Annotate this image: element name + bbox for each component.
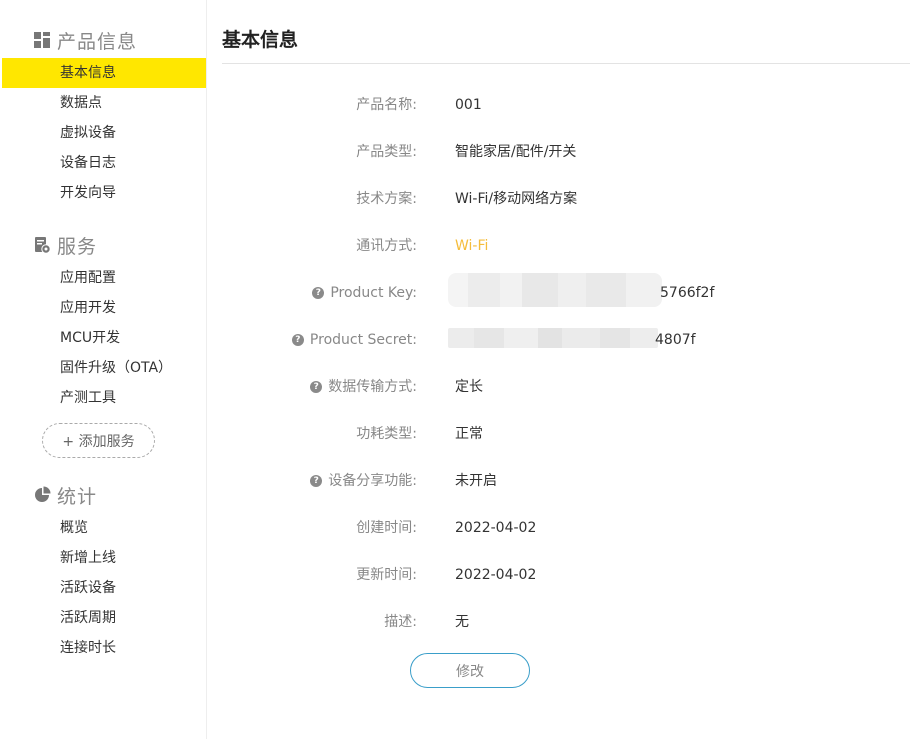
- sidebar-item-overview[interactable]: 概览: [2, 513, 206, 543]
- field-communication: 通讯方式: Wi-Fi: [222, 234, 910, 258]
- field-updated-time: 更新时间: 2022-04-02: [222, 563, 910, 587]
- sidebar-item-device-log[interactable]: 设备日志: [2, 148, 206, 178]
- sidebar-item-datapoints[interactable]: 数据点: [2, 88, 206, 118]
- help-icon[interactable]: ?: [291, 334, 304, 346]
- field-label-text: 数据传输方式:: [328, 379, 417, 395]
- field-value: 定长: [455, 379, 483, 395]
- field-label: ? Product Key:: [312, 281, 417, 305]
- field-label: 功耗类型:: [356, 426, 417, 442]
- redacted-mask: [448, 273, 662, 307]
- field-value: 无: [455, 614, 469, 630]
- field-value: 4807f: [655, 332, 696, 348]
- section-title-product-info: 产品信息: [57, 30, 138, 53]
- sidebar-item-virtual-device[interactable]: 虚拟设备: [2, 118, 206, 148]
- help-icon[interactable]: ?: [310, 381, 323, 393]
- sidebar-item-new-online[interactable]: 新增上线: [2, 543, 206, 573]
- help-icon[interactable]: ?: [312, 287, 325, 299]
- field-label: 技术方案:: [356, 191, 417, 207]
- redacted-mask: [448, 328, 658, 348]
- field-value: 001: [455, 97, 482, 113]
- sidebar-item-active-period[interactable]: 活跃周期: [2, 603, 206, 633]
- section-title-services: 服务: [57, 235, 98, 258]
- field-label: ? Product Secret:: [291, 328, 417, 352]
- field-description: 描述: 无: [222, 610, 910, 634]
- field-value: 智能家居/配件/开关: [455, 144, 577, 160]
- field-power-type: 功耗类型: 正常: [222, 422, 910, 446]
- field-label: ? 设备分享功能:: [310, 469, 417, 493]
- sidebar-item-connection-duration[interactable]: 连接时长: [2, 633, 206, 663]
- sidebar-item-mcu-dev[interactable]: MCU开发: [2, 323, 206, 353]
- field-label-text: Product Key:: [330, 285, 417, 301]
- title-divider: [222, 63, 910, 64]
- field-label: 更新时间:: [356, 567, 417, 583]
- field-label-text: 设备分享功能:: [328, 473, 417, 489]
- add-service-button[interactable]: + 添加服务: [42, 423, 155, 458]
- sidebar-item-active-devices[interactable]: 活跃设备: [2, 573, 206, 603]
- field-label: 描述:: [384, 614, 417, 630]
- field-value: Wi-Fi: [455, 238, 489, 254]
- pie-chart-icon: [35, 486, 51, 502]
- section-title-statistics: 统计: [57, 485, 98, 508]
- field-value: 2022-04-02: [455, 520, 537, 536]
- section-product-info: 产品信息: [33, 27, 137, 53]
- page-title: 基本信息: [222, 29, 299, 51]
- edit-button[interactable]: 修改: [410, 653, 530, 688]
- field-product-key: ? Product Key: 5766f2f: [222, 273, 910, 307]
- field-tech-solution: 技术方案: Wi-Fi/移动网络方案: [222, 187, 910, 211]
- field-label: 通讯方式:: [356, 238, 417, 254]
- sidebar-item-app-config[interactable]: 应用配置: [2, 263, 206, 293]
- field-data-transmission: ? 数据传输方式: 定长: [222, 375, 910, 399]
- sidebar-item-production-test[interactable]: 产测工具: [2, 383, 206, 413]
- field-value: 5766f2f: [660, 285, 715, 301]
- field-label: 产品类型:: [356, 144, 417, 160]
- field-product-type: 产品类型: 智能家居/配件/开关: [222, 140, 910, 164]
- service-gear-icon: [35, 237, 51, 254]
- field-value: 2022-04-02: [455, 567, 537, 583]
- field-created-time: 创建时间: 2022-04-02: [222, 516, 910, 540]
- field-device-sharing: ? 设备分享功能: 未开启: [222, 469, 910, 493]
- field-value: Wi-Fi/移动网络方案: [455, 191, 578, 207]
- field-label: ? 数据传输方式:: [310, 375, 417, 399]
- section-statistics: 统计: [33, 482, 97, 508]
- sidebar-item-dev-guide[interactable]: 开发向导: [2, 178, 206, 208]
- grid-icon: [34, 32, 50, 48]
- field-value: 正常: [455, 426, 483, 442]
- help-icon[interactable]: ?: [310, 475, 323, 487]
- field-label-text: Product Secret:: [309, 332, 417, 348]
- sidebar: 产品信息 基本信息 数据点 虚拟设备 设备日志 开发向导 服务 应用配置 应用开…: [0, 0, 207, 739]
- field-label: 产品名称:: [356, 97, 417, 113]
- sidebar-item-ota[interactable]: 固件升级（OTA）: [2, 353, 206, 383]
- field-label: 创建时间:: [356, 520, 417, 536]
- field-product-secret: ? Product Secret: 4807f: [222, 328, 910, 352]
- section-services: 服务: [33, 232, 97, 258]
- sidebar-item-basic-info[interactable]: 基本信息: [2, 58, 206, 88]
- sidebar-item-app-dev[interactable]: 应用开发: [2, 293, 206, 323]
- field-product-name: 产品名称: 001: [222, 93, 910, 117]
- field-value: 未开启: [455, 473, 497, 489]
